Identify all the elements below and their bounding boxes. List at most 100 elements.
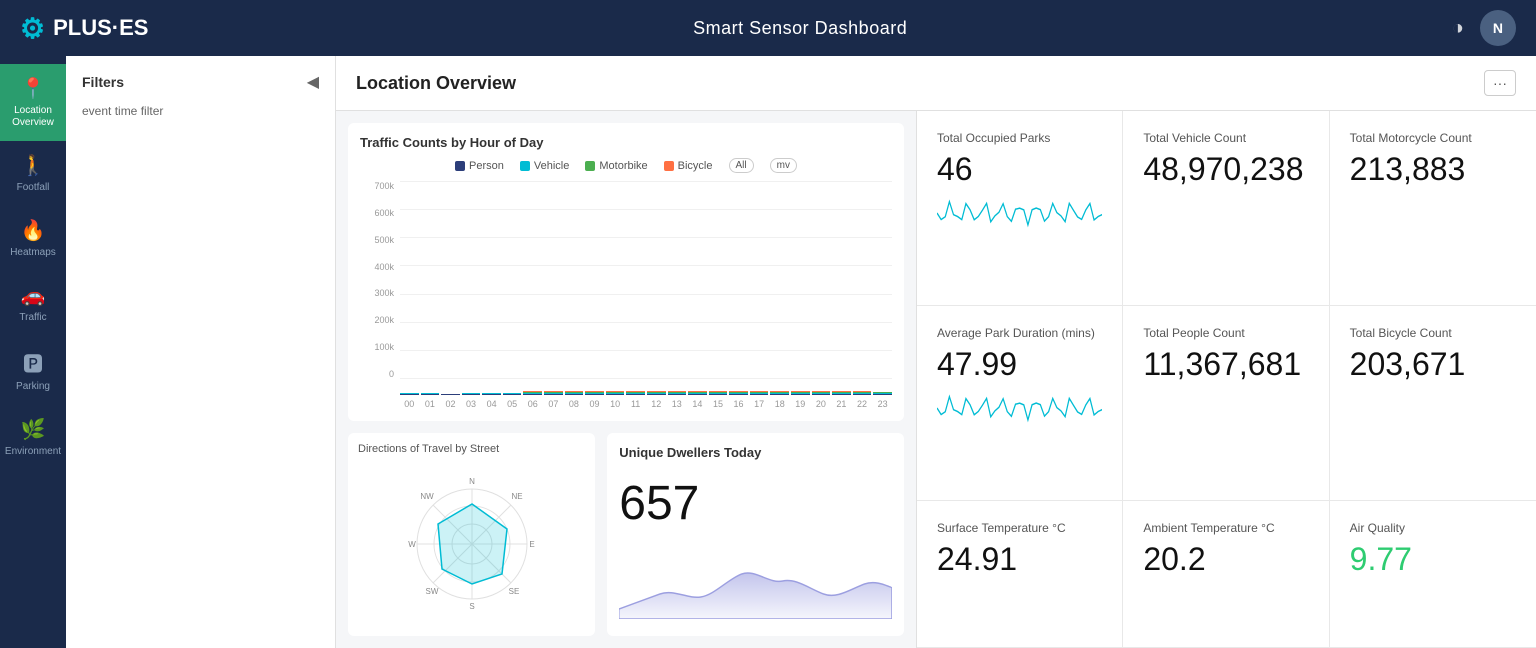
dwellers-sparkline [619, 539, 892, 619]
sidebar-item-parking[interactable]: 🅿 Parking [0, 336, 66, 405]
svg-text:NW: NW [420, 492, 434, 501]
traffic-chart-card: Traffic Counts by Hour of Day Person Veh… [348, 123, 904, 421]
metric-card-air_quality: Air Quality9.77 [1330, 501, 1536, 648]
metric-value-ambient_temp: 20.2 [1143, 543, 1308, 575]
person-legend-label: Person [469, 160, 504, 172]
vehicle-legend-dot [520, 161, 530, 171]
metric-value-surface_temp: 24.91 [937, 543, 1102, 575]
svg-text:E: E [529, 540, 534, 549]
legend-mv-button[interactable]: mv [770, 158, 797, 173]
bar-chart-container: 700k600k500k400k300k200k100k0 [360, 181, 892, 409]
metric-card-vehicle_count: Total Vehicle Count48,970,238 [1123, 111, 1329, 306]
unique-dwellers-card: Unique Dwellers Today 657 [607, 433, 904, 636]
x-label: 01 [421, 399, 440, 409]
motorbike-legend-dot [585, 161, 595, 171]
logo-icon: ⚙ [20, 12, 45, 45]
x-label: 00 [400, 399, 419, 409]
metric-card-motorcycle_count: Total Motorcycle Count213,883 [1330, 111, 1536, 306]
charts-area: Traffic Counts by Hour of Day Person Veh… [336, 111, 916, 648]
metric-value-park_duration: 47.99 [937, 348, 1102, 380]
dashboard-main: Location Overview ··· Traffic Counts by … [336, 56, 1536, 648]
metric-label-air_quality: Air Quality [1350, 521, 1516, 535]
legend-motorbike: Motorbike [585, 160, 647, 172]
legend-bicycle: Bicycle [664, 160, 713, 172]
metric-card-occupied_parks: Total Occupied Parks46 [917, 111, 1123, 306]
bicycle-legend-dot [664, 161, 674, 171]
x-label: 22 [853, 399, 872, 409]
metric-sparkline-park_duration [937, 388, 1102, 428]
bar-group [709, 391, 728, 395]
metric-label-ambient_temp: Ambient Temperature °C [1143, 521, 1308, 535]
motorbike-legend-label: Motorbike [599, 160, 647, 172]
x-axis: 0001020304050607080910111213141516171819… [360, 399, 892, 409]
bar-group [441, 394, 460, 395]
x-label: 11 [626, 399, 645, 409]
footfall-icon: 🚶 [21, 153, 46, 178]
bar-group [668, 391, 687, 395]
metric-label-park_duration: Average Park Duration (mins) [937, 326, 1102, 340]
sidebar-item-environment[interactable]: 🌿 Environment [0, 405, 66, 470]
dwellers-title: Unique Dwellers Today [619, 445, 892, 460]
parking-icon: 🅿 [23, 348, 43, 377]
sidebar-item-location[interactable]: 📍 Location Overview [0, 64, 66, 141]
avatar[interactable]: N [1480, 10, 1516, 46]
heatmaps-icon: 🔥 [21, 218, 46, 243]
x-label: 14 [688, 399, 707, 409]
metric-card-bicycle_count: Total Bicycle Count203,671 [1330, 306, 1536, 501]
header-title: Smart Sensor Dashboard [693, 18, 907, 39]
logo-text: PLUS·ES [53, 15, 148, 41]
x-label: 07 [544, 399, 563, 409]
person-legend-dot [455, 161, 465, 171]
x-label: 10 [606, 399, 625, 409]
dashboard-options-button[interactable]: ··· [1484, 70, 1516, 96]
bar-group [853, 391, 872, 395]
bicycle-legend-label: Bicycle [678, 160, 713, 172]
bar-group [400, 393, 419, 395]
bar-group [544, 391, 563, 395]
metric-label-vehicle_count: Total Vehicle Count [1143, 131, 1308, 145]
svg-text:W: W [408, 540, 416, 549]
chart-legend: Person Vehicle Motorbike [360, 158, 892, 173]
header-actions: ◑ N [1452, 10, 1516, 46]
sidebar-item-heatmaps[interactable]: 🔥 Heatmaps [0, 206, 66, 271]
radar-container: N S E W NE NW SW SE [358, 461, 585, 626]
x-label: 13 [668, 399, 687, 409]
sidebar-label-location: Location Overview [4, 105, 62, 129]
metric-card-people_count: Total People Count11,367,681 [1123, 306, 1329, 501]
environment-icon: 🌿 [21, 417, 46, 442]
x-label: 12 [647, 399, 666, 409]
sidebar-label-traffic: Traffic [19, 312, 46, 324]
metrics-grid: Total Occupied Parks46Total Vehicle Coun… [917, 111, 1536, 648]
sidebar-label-heatmaps: Heatmaps [10, 247, 56, 259]
filters-collapse-button[interactable]: ◀ [307, 72, 319, 92]
metric-label-occupied_parks: Total Occupied Parks [937, 131, 1102, 145]
metric-label-bicycle_count: Total Bicycle Count [1350, 326, 1516, 340]
directions-card: Directions of Travel by Street [348, 433, 595, 636]
logo: ⚙ PLUS·ES [20, 12, 148, 45]
bar-group [647, 391, 666, 395]
bar-group [791, 391, 810, 395]
legend-all-button[interactable]: All [729, 158, 754, 173]
bar-group [606, 391, 625, 395]
dashboard-header: Location Overview ··· [336, 56, 1536, 111]
x-label: 02 [441, 399, 460, 409]
filters-title: Filters [82, 74, 124, 90]
theme-toggle-button[interactable]: ◑ [1452, 17, 1464, 40]
bar-group [770, 391, 789, 395]
metric-value-motorcycle_count: 213,883 [1350, 153, 1516, 185]
bar-group [750, 391, 769, 395]
metric-label-surface_temp: Surface Temperature °C [937, 521, 1102, 535]
metrics-panel: Total Occupied Parks46Total Vehicle Coun… [916, 111, 1536, 648]
bar-group [729, 391, 748, 395]
metric-card-surface_temp: Surface Temperature °C 24.91 [917, 501, 1123, 648]
dashboard-content: Traffic Counts by Hour of Day Person Veh… [336, 111, 1536, 648]
bar-group [421, 393, 440, 395]
sidebar-item-footfall[interactable]: 🚶 Footfall [0, 141, 66, 206]
legend-vehicle: Vehicle [520, 160, 569, 172]
bar-group [565, 391, 584, 395]
filters-header: Filters ◀ [82, 72, 319, 92]
page-title: Location Overview [356, 73, 516, 94]
svg-text:SE: SE [508, 587, 519, 596]
sidebar-label-footfall: Footfall [17, 182, 50, 194]
sidebar-item-traffic[interactable]: 🚗 Traffic [0, 271, 66, 336]
